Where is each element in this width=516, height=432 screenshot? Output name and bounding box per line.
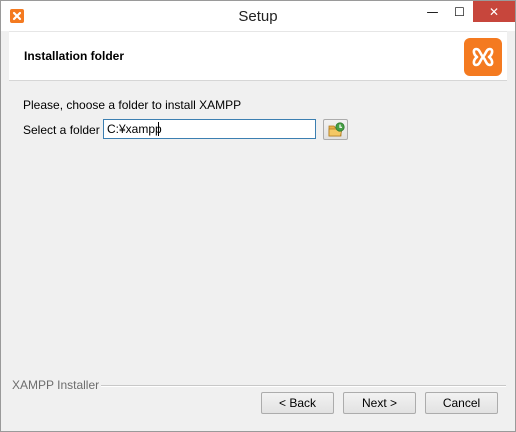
page-header: Installation folder (9, 31, 507, 81)
next-button[interactable]: Next > (343, 392, 416, 414)
footer-divider (101, 385, 506, 387)
installer-group-label: XAMPP Installer (12, 378, 100, 392)
folder-label: Select a folder (23, 123, 100, 137)
minimize-icon: — (426, 4, 439, 19)
maximize-button[interactable]: ☐ (446, 1, 473, 22)
title-bar: Setup — ☐ ✕ (1, 1, 515, 31)
back-button[interactable]: < Back (261, 392, 334, 414)
browse-folder-button[interactable] (323, 119, 348, 140)
cancel-button[interactable]: Cancel (425, 392, 498, 414)
folder-input[interactable] (103, 119, 316, 139)
install-prompt: Please, choose a folder to install XAMPP (23, 98, 242, 112)
folder-browse-icon (328, 122, 345, 137)
close-button[interactable]: ✕ (473, 1, 515, 22)
xampp-logo-icon (464, 38, 502, 76)
text-caret (158, 122, 159, 136)
maximize-icon: ☐ (454, 4, 465, 19)
page-title: Installation folder (24, 49, 125, 63)
minimize-button[interactable]: — (419, 1, 446, 22)
close-icon: ✕ (488, 4, 500, 19)
setup-window: Setup — ☐ ✕ Installation folder Please, … (0, 0, 516, 432)
